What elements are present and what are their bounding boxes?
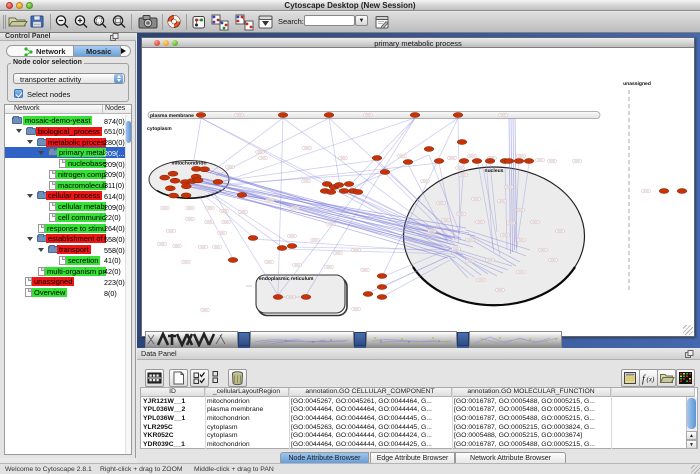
svg-text:mitochondrion: mitochondrion [172,161,207,167]
svg-text:nucleus: nucleus [485,168,504,174]
svg-text:(x): (x) [647,376,655,384]
svg-text:cytoplasm: cytoplasm [147,126,172,132]
svg-text:unassigned: unassigned [623,81,651,87]
svg-text:f: f [642,374,646,385]
svg-text:plasma membrane: plasma membrane [150,113,194,119]
svg-text:endoplasmic reticulum: endoplasmic reticulum [259,276,314,282]
